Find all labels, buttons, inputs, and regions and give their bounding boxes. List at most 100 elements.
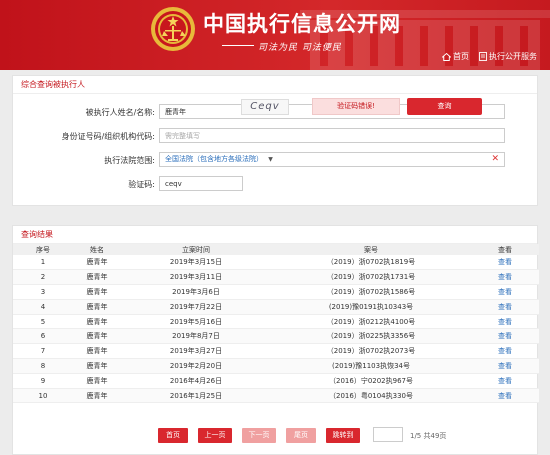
court-emblem-logo (151, 7, 195, 51)
table-row: 2 鹿青年 2019年3月11日 （2019）浙0702执1731号 查看 (13, 269, 539, 286)
col-header-name: 姓名 (73, 244, 121, 255)
slogan-divider (222, 45, 254, 46)
nav-home-label: 首页 (453, 52, 469, 61)
cell-no: 6 (13, 328, 73, 345)
cell-case: （2019）浙0225执3356号 (271, 328, 471, 345)
view-link[interactable]: 查看 (471, 269, 539, 286)
view-link[interactable]: 查看 (471, 314, 539, 330)
cell-name: 鹿青年 (73, 358, 121, 374)
results-header-row: 序号 姓名 立案时间 案号 查看 (13, 244, 539, 255)
search-panel-title: 综合查询被执行人 (13, 76, 537, 94)
view-link[interactable]: 查看 (471, 343, 539, 360)
pager-info: 1/5 共49页 (410, 432, 447, 440)
cell-case: (2019)豫0191执10343号 (271, 299, 471, 315)
cell-no: 3 (13, 284, 73, 300)
nav-service-link[interactable]: 执行公开服务 (479, 51, 537, 62)
site-title: 中国执行信息公开网 (203, 11, 401, 36)
view-link[interactable]: 查看 (471, 328, 539, 345)
search-button[interactable]: 查询 (407, 98, 482, 115)
cell-name: 鹿青年 (73, 269, 121, 286)
nav-service-label: 执行公开服务 (489, 52, 537, 61)
cell-case: （2016）粤0104执330号 (271, 388, 471, 404)
view-link[interactable]: 查看 (471, 388, 539, 404)
site-slogan: 司法为民 司法便民 (258, 43, 342, 53)
table-row: 4 鹿青年 2019年7月22日 (2019)豫0191执10343号 查看 (13, 299, 539, 315)
id-label: 身份证号码/组织机构代码: (61, 132, 155, 141)
court-select[interactable]: 全国法院（包含地方各级法院） ▼ ✕ (159, 152, 505, 167)
cell-name: 鹿青年 (73, 255, 121, 271)
table-row: 9 鹿青年 2016年4月26日 （2016）宁0202执967号 查看 (13, 373, 539, 389)
cell-case: （2019）浙0702执1586号 (271, 284, 471, 300)
view-link[interactable]: 查看 (471, 358, 539, 374)
pager-jump-button[interactable]: 跳转到 (326, 428, 360, 443)
cell-date: 2019年7月22日 (121, 299, 271, 315)
search-panel: 综合查询被执行人 被执行人姓名/名称: 身份证号码/组织机构代码: 执行法院范围… (12, 75, 538, 206)
cell-case: （2019）浙0702执2073号 (271, 343, 471, 360)
view-link[interactable]: 查看 (471, 255, 539, 271)
table-row: 6 鹿青年 2019年8月7日 （2019）浙0225执3356号 查看 (13, 328, 539, 345)
cell-name: 鹿青年 (73, 299, 121, 315)
cell-case: （2016）宁0202执967号 (271, 373, 471, 389)
table-row: 7 鹿青年 2019年3月27日 （2019）浙0702执2073号 查看 (13, 343, 539, 360)
cell-date: 2019年5月16日 (121, 314, 271, 330)
cell-date: 2019年8月7日 (121, 328, 271, 345)
cell-name: 鹿青年 (73, 328, 121, 345)
document-icon (479, 52, 487, 61)
results-panel: 查询结果 序号 姓名 立案时间 案号 查看 1 鹿青年 2019年3月15日 （201… (12, 225, 539, 455)
cell-no: 8 (13, 358, 73, 374)
pager-page-input[interactable] (373, 427, 403, 442)
cell-case: （2019）浙0702执1819号 (271, 255, 471, 271)
id-input[interactable] (159, 128, 505, 143)
results-panel-title: 查询结果 (13, 226, 537, 244)
cell-case: (2019)豫1103执恢34号 (271, 358, 471, 374)
cell-date: 2019年2月20日 (121, 358, 271, 374)
cell-no: 4 (13, 299, 73, 315)
col-header-no: 序号 (13, 244, 73, 255)
cell-name: 鹿青年 (73, 314, 121, 330)
table-row: 5 鹿青年 2019年5月16日 （2019）浙0212执4100号 查看 (13, 314, 539, 330)
cell-date: 2019年3月11日 (121, 269, 271, 286)
captcha-image[interactable]: Ceqv (241, 99, 289, 115)
cell-no: 10 (13, 388, 73, 404)
site-header: 中国执行信息公开网 司法为民 司法便民 首页 执行公开服务 (0, 0, 550, 70)
cell-no: 7 (13, 343, 73, 360)
view-link[interactable]: 查看 (471, 299, 539, 315)
pager-prev-button[interactable]: 上一页 (198, 428, 232, 443)
pager-next-button[interactable]: 下一页 (242, 428, 276, 443)
table-row: 10 鹿青年 2016年1月25日 （2016）粤0104执330号 查看 (13, 388, 539, 404)
cell-name: 鹿青年 (73, 388, 121, 404)
captcha-label: 验证码: (128, 180, 155, 189)
home-icon (442, 52, 451, 61)
cell-date: 2019年3月15日 (121, 255, 271, 271)
nav-home-link[interactable]: 首页 (442, 51, 469, 62)
cell-name: 鹿青年 (73, 343, 121, 360)
view-link[interactable]: 查看 (471, 373, 539, 389)
col-header-date: 立案时间 (121, 244, 271, 255)
table-row: 1 鹿青年 2019年3月15日 （2019）浙0702执1819号 查看 (13, 255, 539, 271)
view-link[interactable]: 查看 (471, 284, 539, 300)
cell-name: 鹿青年 (73, 284, 121, 300)
col-header-case: 案号 (271, 244, 471, 255)
cell-date: 2016年1月25日 (121, 388, 271, 404)
court-label: 执行法院范围: (104, 156, 155, 165)
results-table: 序号 姓名 立案时间 案号 查看 1 鹿青年 2019年3月15日 （2019）浙07… (13, 244, 539, 404)
cell-name: 鹿青年 (73, 373, 121, 389)
cell-case: （2019）浙0702执1731号 (271, 269, 471, 286)
cell-date: 2016年4月26日 (121, 373, 271, 389)
cell-case: （2019）浙0212执4100号 (271, 314, 471, 330)
name-label: 被执行人姓名/名称: (85, 108, 155, 117)
table-row: 3 鹿青年 2019年3月6日 （2019）浙0702执1586号 查看 (13, 284, 539, 300)
pager-last-button[interactable]: 尾页 (286, 428, 316, 443)
table-row: 8 鹿青年 2019年2月20日 (2019)豫1103执恢34号 查看 (13, 358, 539, 374)
pager-first-button[interactable]: 首页 (158, 428, 188, 443)
court-select-value: 全国法院（包含地方各级法院） (165, 155, 263, 163)
chevron-down-icon: ▼ (268, 156, 273, 163)
captcha-error-message: 验证码错误! (312, 98, 400, 115)
captcha-input[interactable] (159, 176, 243, 191)
cell-no: 9 (13, 373, 73, 389)
cell-no: 1 (13, 255, 73, 271)
cell-no: 2 (13, 269, 73, 286)
cell-date: 2019年3月27日 (121, 343, 271, 360)
col-header-view: 查看 (471, 244, 539, 255)
clear-icon[interactable]: ✕ (491, 153, 499, 166)
